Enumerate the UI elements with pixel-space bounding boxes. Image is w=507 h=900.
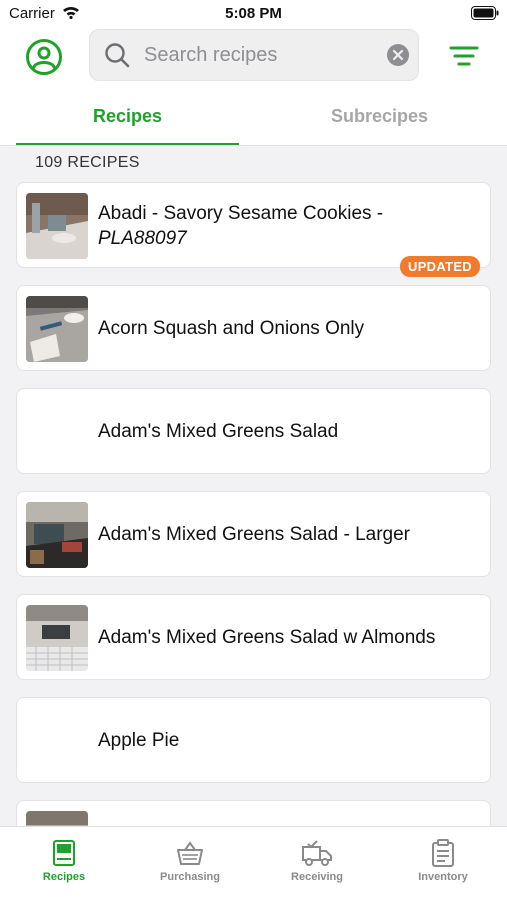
clear-search-button[interactable] [387, 44, 409, 66]
recipe-title: Abadi - Savory Sesame Cookies - PLA88097 [98, 201, 383, 251]
recipe-thumbnail [26, 193, 88, 259]
nav-inventory[interactable]: Inventory [388, 839, 498, 883]
search-bar [89, 29, 419, 81]
recipe-card[interactable]: Adam's Mixed Greens Salad w Almonds [16, 594, 491, 680]
recipe-title: Adam's Mixed Greens Salad - Larger [98, 524, 410, 545]
recipe-card[interactable]: Abadi - Savory Sesame Cookies - PLA88097… [16, 182, 491, 277]
recipe-thumbnail [26, 296, 88, 362]
recipe-title: Apple Pie [98, 730, 180, 751]
nav-receiving[interactable]: Receiving [262, 839, 372, 883]
clipboard-icon [432, 839, 454, 867]
recipe-title: Adam's Mixed Greens Salad w Almonds [98, 627, 436, 648]
divider [0, 145, 507, 146]
recipe-book-icon [53, 840, 75, 866]
recipe-thumbnail [26, 502, 88, 568]
nav-purchasing[interactable]: Purchasing [135, 839, 245, 883]
recipe-name: Abadi - Savory Sesame Cookies - [98, 203, 384, 224]
recipe-card[interactable]: Acorn Squash and Onions Only [16, 285, 491, 371]
profile-button[interactable] [25, 38, 63, 76]
tab-subrecipes[interactable]: Subrecipes [268, 96, 491, 146]
filter-button[interactable] [449, 42, 479, 70]
recipe-title: Acorn Squash and Onions Only [98, 318, 365, 339]
updated-badge: UPDATED [400, 256, 480, 277]
recipe-thumbnail [26, 605, 88, 671]
search-input[interactable] [144, 40, 374, 70]
user-icon [26, 39, 62, 75]
nav-label: Recipes [42, 871, 86, 883]
tab-recipes[interactable]: Recipes [16, 96, 239, 146]
close-icon [387, 44, 409, 66]
search-icon [104, 42, 130, 73]
nav-label: Inventory [418, 871, 468, 883]
recipe-count: 109 RECIPES [35, 154, 140, 171]
filter-icon [449, 46, 479, 66]
recipe-card[interactable]: Apple Pie [16, 697, 491, 783]
recipe-card[interactable]: Adam's Mixed Greens Salad - Larger [16, 491, 491, 577]
basket-icon [177, 841, 203, 865]
recipe-card[interactable]: Adam's Mixed Greens Salad [16, 388, 491, 474]
nav-label: Purchasing [160, 871, 220, 883]
recipe-title: Adam's Mixed Greens Salad [98, 421, 339, 442]
nav-recipes[interactable]: Recipes [9, 839, 119, 883]
bottom-tab-bar: Recipes Purchasing Receiving Inventory [0, 826, 507, 900]
clock: 5:08 PM [225, 5, 282, 22]
recipe-code: PLA88097 [98, 228, 187, 249]
truck-icon [302, 840, 332, 866]
header: Recipes Subrecipes [0, 28, 507, 146]
status-bar: Carrier 5:08 PM [0, 0, 507, 28]
battery-icon [471, 6, 499, 25]
nav-label: Receiving [291, 871, 343, 883]
